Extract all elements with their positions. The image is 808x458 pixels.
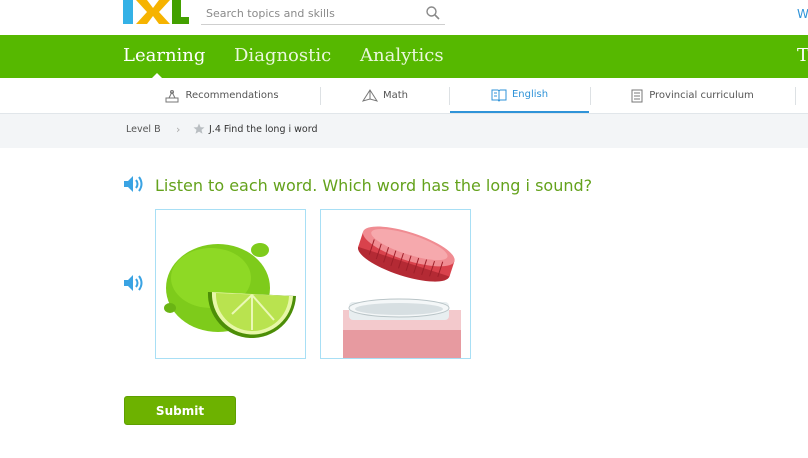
subnav-provincial-curriculum[interactable]: Provincial curriculum	[592, 78, 792, 113]
submit-button[interactable]: Submit	[124, 396, 236, 425]
tab-learning[interactable]: Learning	[123, 45, 205, 66]
top-bar: Search topics and skills W	[0, 0, 808, 35]
breadcrumb-separator: ›	[176, 123, 181, 136]
subnav-recommendations[interactable]: Recommendations	[125, 78, 318, 113]
search-icon[interactable]	[425, 5, 441, 21]
lime-picture	[164, 243, 296, 339]
subnav-label: Recommendations	[185, 90, 279, 101]
breadcrumb-skill: J.4 Find the long i word	[209, 124, 318, 135]
breadcrumb-level[interactable]: Level B	[126, 124, 161, 135]
breadcrumb: Level B › J.4 Find the long i word	[0, 114, 808, 148]
tab-diagnostic[interactable]: Diagnostic	[234, 45, 331, 66]
top-right-link[interactable]: W	[797, 7, 808, 21]
subnav-english[interactable]: English	[450, 78, 589, 113]
pyramid-icon	[361, 88, 378, 102]
subnav-math[interactable]: Math	[322, 78, 448, 113]
ixl-logo[interactable]	[123, 0, 189, 26]
divider	[320, 87, 321, 105]
main-nav: Learning Diagnostic Analytics T	[0, 35, 808, 78]
tab-analytics[interactable]: Analytics	[360, 45, 444, 66]
document-icon	[631, 89, 643, 102]
divider	[795, 87, 796, 105]
subnav-label: Math	[382, 90, 408, 101]
jar-with-lid-picture	[343, 226, 461, 358]
answer-choice-lime[interactable]	[155, 209, 306, 359]
star-icon[interactable]	[193, 123, 205, 135]
subnav-label: English	[511, 89, 549, 100]
sub-nav: Recommendations Math English Provincial …	[0, 78, 808, 114]
answer-choice-jar[interactable]	[320, 209, 471, 359]
subnav-label: Provincial curriculum	[649, 90, 754, 101]
search-input[interactable]: Search topics and skills	[206, 7, 335, 20]
speaker-icon[interactable]	[123, 175, 147, 193]
divider	[590, 87, 591, 105]
recommendations-icon	[165, 89, 179, 102]
search-box[interactable]: Search topics and skills	[201, 3, 445, 25]
book-icon	[491, 89, 507, 102]
question-text: Listen to each word. Which word has the …	[155, 176, 593, 195]
tab-partial[interactable]: T	[797, 45, 808, 66]
speaker-icon[interactable]	[123, 274, 147, 292]
